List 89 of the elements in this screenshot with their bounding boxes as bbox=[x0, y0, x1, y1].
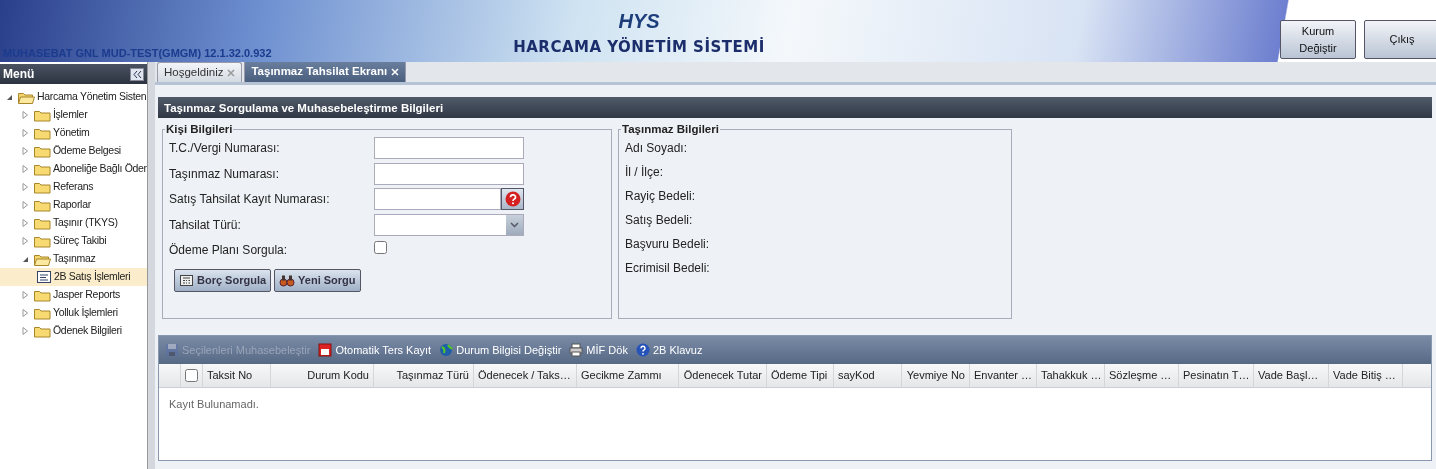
tree-item[interactable]: Taşınmaz bbox=[0, 250, 147, 268]
field-label: Taşınmaz Numarası: bbox=[169, 165, 281, 183]
column-header[interactable]: Taşınmaz Türü bbox=[374, 364, 474, 387]
field-label: Ödeme Planı Sorgula: bbox=[169, 242, 289, 260]
checkbox[interactable] bbox=[374, 240, 387, 254]
column-header[interactable]: Ödeme Tipi bbox=[767, 364, 834, 387]
sidebar-title: Menü bbox=[3, 66, 35, 83]
folder-icon bbox=[34, 162, 51, 176]
field-label: Satış Bedeli: bbox=[625, 211, 693, 229]
checkbox[interactable] bbox=[185, 369, 198, 382]
close-icon[interactable] bbox=[227, 68, 236, 77]
tree-item[interactable]: Aboneliğe Bağlı Öder bbox=[0, 160, 147, 178]
help-icon bbox=[635, 343, 650, 357]
panel-title: Taşınmaz Sorgulama ve Muhasebeleştirme Bilgileri bbox=[158, 97, 1432, 118]
save-icon bbox=[165, 343, 179, 357]
field-label: Ecrimisil Bedeli: bbox=[625, 259, 710, 277]
help-icon bbox=[504, 191, 521, 208]
action-button[interactable]: Borç Sorgula bbox=[174, 269, 272, 292]
field-label: T.C./Vergi Numarası: bbox=[169, 140, 281, 158]
column-header[interactable]: Pesinatın T… bbox=[1179, 364, 1254, 387]
tree-item[interactable]: Ödeme Belgesi bbox=[0, 142, 147, 160]
switch-org-button[interactable]: Kurum Değiştir bbox=[1280, 20, 1356, 59]
column-header[interactable]: Taksit No bbox=[203, 364, 271, 387]
field-label: Satış Tahsilat Kayıt Numarası: bbox=[169, 191, 331, 209]
globe-icon bbox=[439, 343, 454, 357]
column-header[interactable]: Yevmiye No bbox=[902, 364, 970, 387]
calculator-icon bbox=[179, 273, 194, 287]
field-label: Rayiç Bedeli: bbox=[625, 187, 696, 205]
folder-icon bbox=[34, 126, 51, 140]
logo-text: HYS bbox=[618, 9, 660, 34]
folder-icon bbox=[34, 144, 51, 158]
field-label: Başvuru Bedeli: bbox=[625, 235, 710, 253]
column-header[interactable]: Gecikme Zammı bbox=[577, 364, 679, 387]
folder-icon bbox=[34, 108, 51, 122]
column-header[interactable]: Ödenecek Tutar bbox=[679, 364, 767, 387]
tree-item[interactable]: Yolluk İşlemleri bbox=[0, 304, 147, 322]
column-header[interactable]: sayKod bbox=[834, 364, 902, 387]
folder-icon bbox=[34, 180, 51, 194]
field-label: Adı Soyadı: bbox=[625, 139, 688, 157]
input-field[interactable] bbox=[374, 188, 501, 211]
tree-item[interactable]: Taşınır (TKYS) bbox=[0, 214, 147, 232]
toolbar-button[interactable]: Durum Bilgisi Değiştir bbox=[439, 341, 562, 359]
empty-message: Kayıt Bulunamadı. bbox=[168, 397, 260, 412]
fieldset-legend: Taşınmaz Bilgileri bbox=[621, 124, 720, 136]
column-header[interactable]: Durum Kodu bbox=[271, 364, 374, 387]
column-header[interactable]: Sözleşme … bbox=[1105, 364, 1179, 387]
folder-icon bbox=[34, 288, 51, 302]
collapse-icon[interactable] bbox=[130, 67, 144, 81]
input-field[interactable] bbox=[374, 137, 524, 160]
folder-icon bbox=[34, 324, 51, 338]
tree-item[interactable]: Raporlar bbox=[0, 196, 147, 214]
help-button[interactable] bbox=[501, 188, 524, 211]
tree-item[interactable]: 2B Satış İşlemleri bbox=[0, 268, 147, 286]
binoculars-icon bbox=[279, 273, 296, 287]
action-button[interactable]: Yeni Sorgu bbox=[274, 269, 361, 292]
tree-item[interactable]: Yönetim bbox=[0, 124, 147, 142]
fieldset-legend: Kişi Bilgileri bbox=[165, 124, 234, 136]
logout-button[interactable]: Çıkış bbox=[1364, 20, 1436, 59]
toolbar-button[interactable]: Otomatik Ters Kayıt bbox=[318, 341, 432, 359]
folder-icon bbox=[34, 216, 51, 230]
column-header[interactable]: Envanter … bbox=[970, 364, 1037, 387]
column-header[interactable]: Vade Başl… bbox=[1254, 364, 1329, 387]
field-label: Tahsilat Türü: bbox=[169, 216, 242, 234]
tab[interactable]: Taşınmaz Tahsilat Ekranı bbox=[244, 60, 407, 82]
column-header[interactable]: Tahakkuk … bbox=[1037, 364, 1105, 387]
dropdown-field[interactable] bbox=[374, 213, 524, 236]
column-header[interactable]: Vade Bitiş … bbox=[1329, 364, 1403, 387]
input-field[interactable] bbox=[374, 162, 524, 185]
printer-icon bbox=[569, 343, 584, 357]
field-label: İl / İlçe: bbox=[625, 163, 663, 181]
tree-item[interactable]: Harcama Yönetim Sisten bbox=[0, 88, 147, 106]
tree-item[interactable]: Jasper Reports bbox=[0, 286, 147, 304]
tree-item[interactable]: İşlemler bbox=[0, 106, 147, 124]
tab[interactable]: Hoşgeldiniz bbox=[157, 62, 243, 82]
document-icon bbox=[318, 343, 333, 357]
tree-item[interactable]: Ödenek Bilgileri bbox=[0, 322, 147, 340]
form-icon bbox=[36, 270, 52, 284]
folder-icon bbox=[34, 198, 51, 212]
open-folder-icon bbox=[18, 90, 35, 104]
open-folder-icon bbox=[34, 252, 51, 266]
tree-item[interactable]: Referans bbox=[0, 178, 147, 196]
folder-icon bbox=[34, 306, 51, 320]
chevron-down-icon bbox=[510, 221, 519, 228]
column-header[interactable]: Ödenecek / Taks… bbox=[474, 364, 577, 387]
toolbar-button[interactable]: MİF Dök bbox=[569, 341, 628, 359]
toolbar-button[interactable]: 2B Klavuz bbox=[635, 341, 703, 359]
tree-item[interactable]: Süreç Takibi bbox=[0, 232, 147, 250]
app-title: HARCAMA YÖNETİM SİSTEMİ bbox=[512, 36, 766, 58]
folder-icon bbox=[34, 234, 51, 248]
